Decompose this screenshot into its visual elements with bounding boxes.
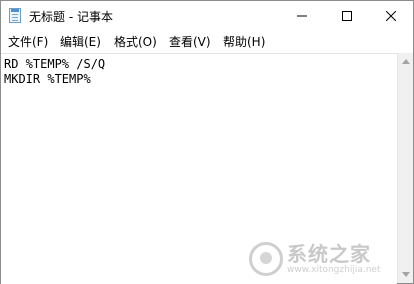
notepad-window: 无标题 - 记事本 文件(F) 编辑(E) 格式(O) 查看(V) 帮助(H) … (0, 0, 414, 284)
menu-view[interactable]: 查看(V) (169, 33, 211, 50)
window-title: 无标题 - 记事本 (29, 10, 113, 24)
title-bar[interactable]: 无标题 - 记事本 (1, 1, 413, 31)
menu-file[interactable]: 文件(F) (8, 33, 48, 50)
menu-edit[interactable]: 编辑(E) (60, 33, 101, 50)
maximize-button[interactable] (324, 1, 369, 31)
watermark-title: 系统之家 (287, 242, 371, 266)
close-button[interactable] (368, 1, 413, 31)
editor-line: MKDIR %TEMP% (4, 72, 91, 86)
menu-bar: 文件(F) 编辑(E) 格式(O) 查看(V) 帮助(H) (1, 31, 413, 51)
minimize-icon (296, 15, 307, 17)
maximize-icon (341, 11, 352, 21)
close-icon (385, 11, 396, 21)
editor-line: RD %TEMP% /S/Q (4, 57, 106, 71)
notepad-icon (9, 8, 21, 23)
scroll-up-arrow-icon[interactable] (402, 59, 410, 64)
minimize-button[interactable] (279, 1, 324, 31)
watermark-logo-icon (249, 242, 283, 276)
menu-format[interactable]: 格式(O) (114, 33, 157, 50)
watermark: 系统之家 www.xitongzhijia.net (249, 239, 409, 279)
watermark-url: www.xitongzhijia.net (287, 265, 381, 275)
menu-help[interactable]: 帮助(H) (223, 33, 265, 50)
